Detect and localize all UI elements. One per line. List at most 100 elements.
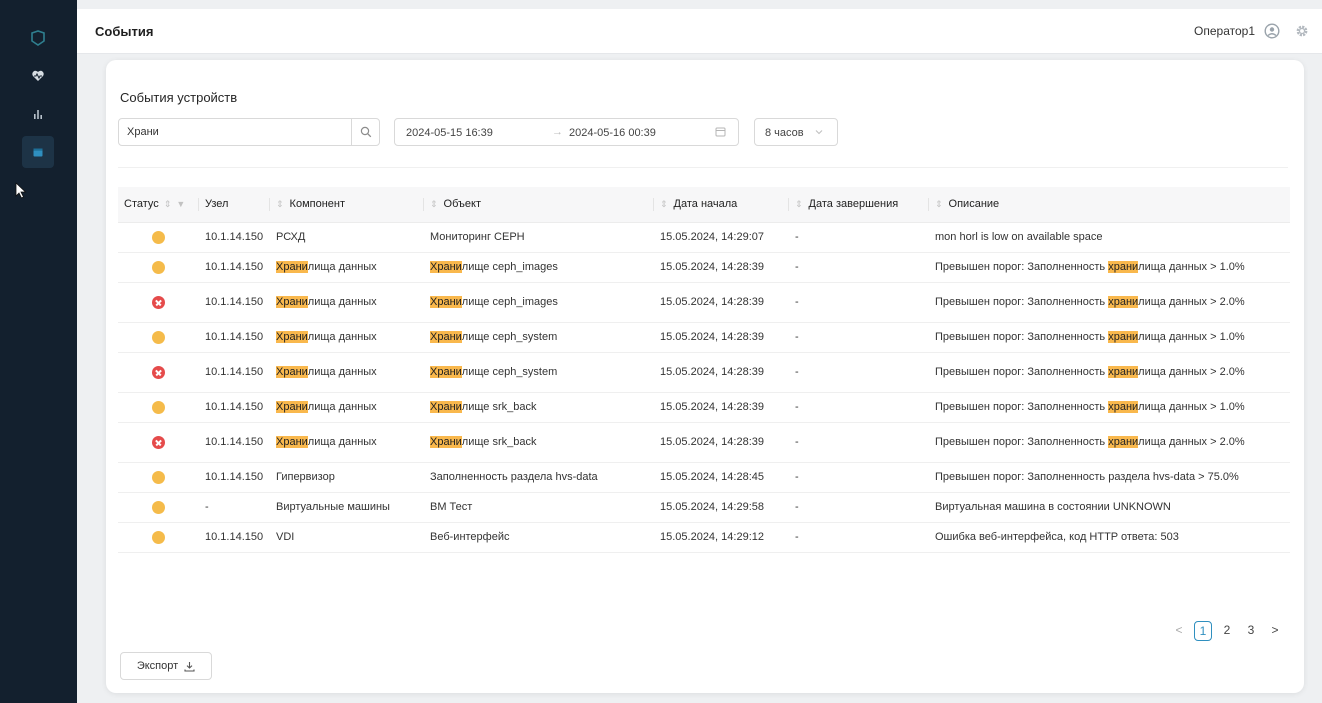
- chevron-down-icon: [814, 127, 824, 140]
- start-date-cell: 15.05.2024, 14:28:39: [654, 422, 789, 463]
- warning-status-icon: [152, 470, 165, 484]
- date-end[interactable]: 2024-05-16 00:39: [569, 127, 656, 139]
- node-cell: 10.1.14.150: [199, 252, 270, 283]
- mouse-cursor-icon: [15, 182, 27, 202]
- user-name[interactable]: Оператор1: [1194, 24, 1255, 38]
- page-button-2[interactable]: 2: [1218, 621, 1236, 641]
- description-cell: Превышен порог: Заполненность хранилища …: [929, 252, 1290, 283]
- node-cell: 10.1.14.150: [199, 462, 270, 493]
- table-row[interactable]: 10.1.14.150 Хранилища данных Хранилище s…: [118, 422, 1290, 463]
- description-cell: Ошибка веб-интерфейса, код HTTP ответа: …: [929, 522, 1290, 553]
- sort-icon[interactable]: ⇕: [276, 199, 284, 209]
- table-row[interactable]: - Виртуальные машины ВМ Тест 15.05.2024,…: [118, 492, 1290, 523]
- component-cell: Хранилища данных: [270, 352, 424, 393]
- sidebar: [0, 0, 77, 703]
- column-header-node[interactable]: Узел: [199, 187, 270, 223]
- table-row[interactable]: 10.1.14.150 Хранилища данных Хранилище c…: [118, 322, 1290, 353]
- calendar-icon[interactable]: [22, 136, 54, 168]
- search-input[interactable]: Храни: [127, 126, 159, 138]
- search-icon: [360, 126, 371, 138]
- column-header-object[interactable]: ⇕ Объект: [424, 187, 654, 223]
- warning-status-icon: [152, 530, 165, 544]
- warning-status-icon: [152, 500, 165, 514]
- divider: [118, 167, 1288, 168]
- user-avatar-icon[interactable]: [1264, 23, 1280, 42]
- bar-chart-icon[interactable]: [22, 98, 54, 130]
- period-select[interactable]: 8 часов: [754, 118, 838, 146]
- error-status-icon: [152, 435, 165, 449]
- description-cell: Превышен порог: Заполненность раздела hv…: [929, 462, 1290, 493]
- warning-status-icon: [152, 330, 165, 344]
- export-button[interactable]: Экспорт: [120, 652, 212, 680]
- export-label: Экспорт: [136, 660, 179, 672]
- end-date-cell: -: [789, 462, 929, 493]
- column-header-component[interactable]: ⇕ Компонент: [270, 187, 424, 223]
- sort-icon[interactable]: ⇕: [164, 199, 172, 209]
- events-card: События устройств Храни 2024-05-15 16:39…: [106, 60, 1304, 693]
- start-date-cell: 15.05.2024, 14:29:12: [654, 522, 789, 553]
- object-cell: ВМ Тест: [424, 492, 654, 523]
- status-cell: [118, 252, 199, 283]
- object-cell: Веб-интерфейс: [424, 522, 654, 553]
- prev-page-button[interactable]: <: [1170, 621, 1188, 641]
- object-cell: Хранилище ceph_system: [424, 352, 654, 393]
- sort-icon[interactable]: ⇕: [660, 199, 668, 209]
- sort-icon[interactable]: ⇕: [430, 199, 438, 209]
- status-cell: [118, 222, 199, 253]
- description-cell: Виртуальная машина в состоянии UNKNOWN: [929, 492, 1290, 523]
- events-table: Статус ⇕ ▼ Узел ⇕ Компонент ⇕ Объект ⇕ Дата н…: [118, 187, 1290, 553]
- table-row[interactable]: 10.1.14.150 РСХД Мониторинг CEPH 15.05.2…: [118, 222, 1290, 253]
- column-header-description[interactable]: ⇕ Описание: [929, 187, 1290, 223]
- filter-icon[interactable]: ▼: [176, 199, 185, 209]
- start-date-cell: 15.05.2024, 14:28:45: [654, 462, 789, 493]
- date-start[interactable]: 2024-05-15 16:39: [406, 127, 493, 139]
- warning-status-icon: [152, 400, 165, 414]
- search-field[interactable]: Храни: [118, 118, 380, 146]
- table-row[interactable]: 10.1.14.150 Гипервизор Заполненность раз…: [118, 462, 1290, 493]
- heart-monitor-icon[interactable]: [22, 60, 54, 92]
- table-row[interactable]: 10.1.14.150 Хранилища данных Хранилище c…: [118, 252, 1290, 283]
- column-header-end-date[interactable]: ⇕ Дата завершения: [789, 187, 929, 223]
- node-cell: 10.1.14.150: [199, 352, 270, 393]
- end-date-cell: -: [789, 252, 929, 283]
- description-cell: Превышен порог: Заполненность хранилища …: [929, 392, 1290, 423]
- top-bar: События Оператор1: [77, 9, 1322, 54]
- next-page-button[interactable]: >: [1266, 621, 1284, 641]
- table-row[interactable]: 10.1.14.150 Хранилища данных Хранилище c…: [118, 352, 1290, 393]
- end-date-cell: -: [789, 222, 929, 253]
- node-cell: 10.1.14.150: [199, 522, 270, 553]
- component-cell: Гипервизор: [270, 462, 424, 493]
- object-cell: Хранилище srk_back: [424, 422, 654, 463]
- object-cell: Хранилище ceph_system: [424, 322, 654, 353]
- end-date-cell: -: [789, 422, 929, 463]
- date-range-arrow: →: [552, 126, 563, 138]
- logo-icon[interactable]: [22, 22, 54, 54]
- start-date-cell: 15.05.2024, 14:28:39: [654, 282, 789, 323]
- date-range-picker[interactable]: 2024-05-15 16:39 → 2024-05-16 00:39: [394, 118, 739, 146]
- page-button-1[interactable]: 1: [1194, 621, 1212, 641]
- error-status-icon: [152, 295, 165, 309]
- object-cell: Заполненность раздела hvs-data: [424, 462, 654, 493]
- component-cell: РСХД: [270, 222, 424, 253]
- end-date-cell: -: [789, 492, 929, 523]
- table-row[interactable]: 10.1.14.150 Хранилища данных Хранилище s…: [118, 392, 1290, 423]
- table-row[interactable]: 10.1.14.150 Хранилища данных Хранилище c…: [118, 282, 1290, 323]
- end-date-cell: -: [789, 522, 929, 553]
- search-button[interactable]: [351, 119, 379, 145]
- gear-icon[interactable]: [1294, 23, 1310, 42]
- page-title: События: [95, 24, 154, 39]
- page-button-3[interactable]: 3: [1242, 621, 1260, 641]
- node-cell: 10.1.14.150: [199, 282, 270, 323]
- error-status-icon: [152, 365, 165, 379]
- sort-icon[interactable]: ⇕: [795, 199, 803, 209]
- status-cell: [118, 352, 199, 393]
- column-header-status[interactable]: Статус ⇕ ▼: [118, 187, 199, 223]
- column-header-start-date[interactable]: ⇕ Дата начала: [654, 187, 789, 223]
- object-cell: Мониторинг CEPH: [424, 222, 654, 253]
- sort-icon[interactable]: ⇕: [935, 199, 943, 209]
- description-cell: Превышен порог: Заполненность хранилища …: [929, 322, 1290, 353]
- description-cell: Превышен порог: Заполненность хранилища …: [929, 352, 1290, 393]
- table-row[interactable]: 10.1.14.150 VDI Веб-интерфейс 15.05.2024…: [118, 522, 1290, 553]
- start-date-cell: 15.05.2024, 14:28:39: [654, 352, 789, 393]
- start-date-cell: 15.05.2024, 14:29:58: [654, 492, 789, 523]
